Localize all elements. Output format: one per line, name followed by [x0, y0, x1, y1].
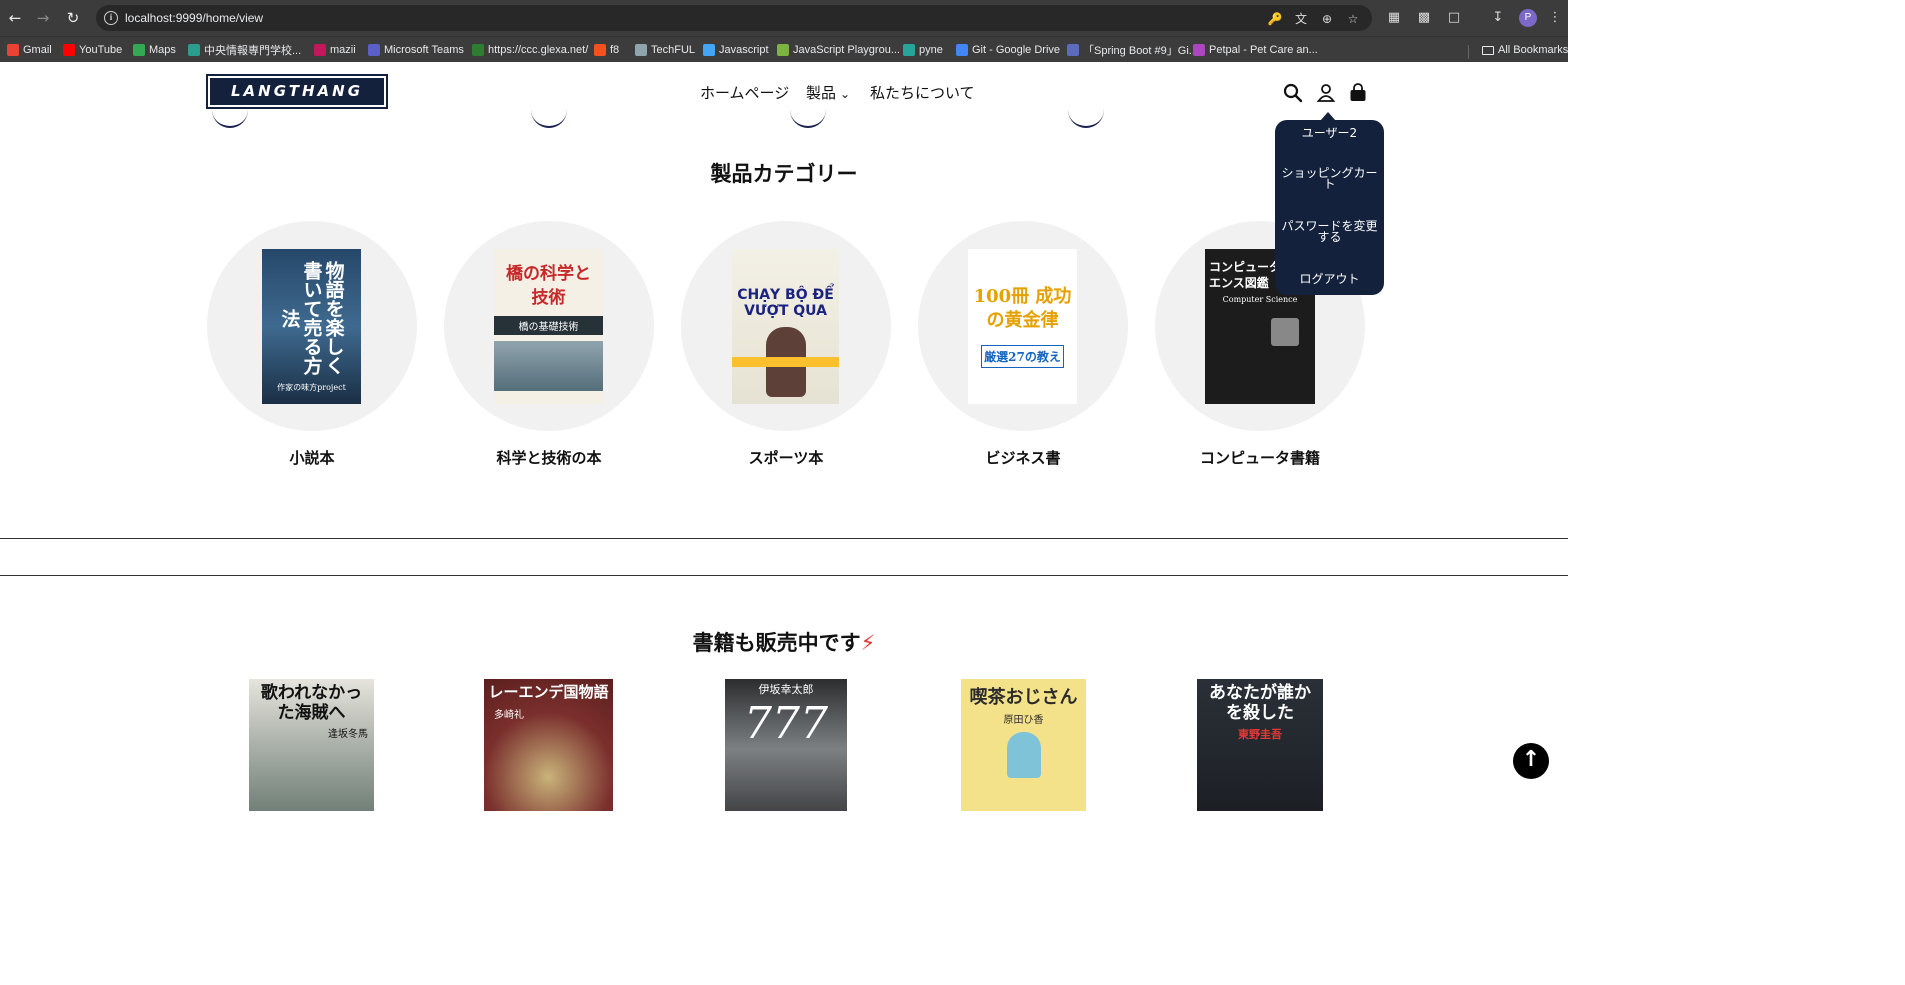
zoom-icon[interactable]: ⊕ — [1319, 12, 1335, 26]
address-bar[interactable]: i localhost:9999/home/view 🔑 文 ⊕ ☆ — [96, 5, 1372, 31]
menu-item-cart[interactable]: ショッピングカート — [1277, 167, 1382, 190]
search-icon[interactable] — [1282, 82, 1304, 104]
reload-icon[interactable]: ↻ — [63, 8, 83, 28]
download-icon[interactable]: ↧ — [1489, 9, 1507, 27]
all-bookmarks[interactable]: All Bookmarks — [1482, 41, 1568, 59]
section-divider — [0, 575, 1568, 576]
cover-stripe — [732, 356, 839, 367]
books-title: 書籍も販売中です⚡ — [692, 631, 876, 655]
book-cover[interactable]: 伊坂幸太郎 777 — [725, 679, 847, 811]
bookmark-item[interactable]: Javascript — [703, 41, 769, 59]
bookmark-star-icon[interactable]: ☆ — [1345, 12, 1361, 26]
circuit-chip — [1271, 318, 1299, 346]
cover-illustration — [1006, 732, 1041, 778]
menu-item-logout[interactable]: ログアウト — [1277, 273, 1382, 285]
category-cover-novel[interactable]: 物語を楽しく書いて売る方法 作家の味方project — [262, 249, 361, 404]
book-cover[interactable]: 喫茶おじさん 原田ひ香 — [961, 679, 1086, 811]
site-info-icon[interactable]: i — [104, 11, 118, 25]
category-cover-science[interactable]: 橋の科学と技術 橋の基礎技術 — [494, 249, 603, 404]
user-icon[interactable] — [1315, 82, 1337, 104]
bookmarks-divider — [1468, 45, 1469, 59]
bookmarks-bar: Gmail YouTube Maps 中央情報専門学校... mazii Mic… — [0, 36, 1568, 62]
category-label-novel[interactable]: 小説本 — [192, 447, 432, 468]
password-key-icon[interactable]: 🔑 — [1267, 12, 1283, 26]
book-cover[interactable]: あなたが誰かを殺した 東野圭吾 — [1197, 679, 1323, 811]
book-cover[interactable]: 歌われなかった海賊へ 逢坂冬馬 — [249, 679, 374, 811]
browser-menu-icon[interactable]: ⋮ — [1546, 9, 1564, 27]
category-cover-sports[interactable]: CHẠY BỘ ĐỂ VƯỢT QUA — [732, 249, 839, 404]
extension-translate-icon[interactable]: ▦ — [1385, 9, 1403, 27]
bookmark-item[interactable]: Gmail — [7, 41, 52, 59]
google-drive-icon — [956, 44, 968, 56]
bookmark-item[interactable]: mazii — [314, 41, 356, 59]
nav-home[interactable]: ホームページ — [700, 82, 789, 104]
extension-grid-icon[interactable]: ▩ — [1415, 9, 1433, 27]
teams-icon — [368, 44, 380, 56]
url-text[interactable]: localhost:9999/home/view — [125, 9, 263, 27]
bookmark-item[interactable]: 中央情報専門学校... — [188, 41, 301, 59]
folder-icon — [1482, 45, 1494, 55]
site-logo[interactable]: LANGTHANG — [206, 74, 388, 109]
scroll-to-top-button[interactable]: ↑ — [1513, 743, 1549, 779]
bookmark-item[interactable]: YouTube — [63, 41, 122, 59]
bookmark-item[interactable]: f8 — [594, 41, 619, 59]
techful-icon — [635, 44, 647, 56]
menu-item-change-password[interactable]: パスワードを変更する — [1277, 220, 1382, 243]
translate-icon[interactable]: 文 — [1293, 12, 1309, 26]
gmail-icon — [7, 44, 19, 56]
bookmark-item[interactable]: pyne — [903, 41, 943, 59]
school-icon — [188, 44, 200, 56]
section-divider — [0, 538, 1568, 539]
profile-avatar[interactable]: P — [1519, 9, 1537, 27]
bookmark-item[interactable]: JavaScript Playgrou... — [777, 41, 900, 59]
scrolled-feature-icon — [790, 110, 826, 128]
bookmark-item[interactable]: 「Spring Boot #9」Gi... — [1067, 41, 1198, 59]
category-label-computer[interactable]: コンピュータ書籍 — [1140, 447, 1380, 468]
book-cover[interactable]: レーエンデ国物語 多崎礼 — [484, 679, 613, 811]
spring-boot-icon — [1067, 44, 1079, 56]
javascript-icon — [703, 44, 715, 56]
lightning-icon: ⚡ — [860, 631, 876, 655]
menu-item-username[interactable]: ユーザー2 — [1277, 127, 1382, 139]
browser-toolbar: ← → ↻ i localhost:9999/home/view 🔑 文 ⊕ ☆… — [0, 0, 1568, 36]
scrolled-feature-icon — [531, 110, 567, 128]
category-cover-business[interactable]: 100冊 成功の黄金律 厳選27の教え — [968, 249, 1077, 404]
bookmark-item[interactable]: Microsoft Teams — [368, 41, 464, 59]
arrow-up-icon: ↑ — [1521, 747, 1541, 772]
maps-icon — [133, 44, 145, 56]
nav-products[interactable]: 製品 ⌄ — [806, 82, 850, 105]
mazii-icon — [314, 44, 326, 56]
bookmark-item[interactable]: Git - Google Drive — [956, 41, 1060, 59]
scrolled-feature-icon — [212, 110, 248, 128]
glexa-icon — [472, 44, 484, 56]
category-label-sports[interactable]: スポーツ本 — [666, 447, 906, 468]
back-icon[interactable]: ← — [5, 8, 25, 28]
shopping-bag-icon[interactable] — [1347, 82, 1369, 104]
nav-products-label: 製品 — [806, 84, 837, 102]
forward-icon[interactable]: → — [33, 8, 53, 28]
chevron-down-icon: ⌄ — [840, 87, 851, 101]
site-page: LANGTHANG ホームページ 製品 ⌄ 私たちについて 製品カテゴリー 物語を… — [0, 62, 1568, 811]
extensions-puzzle-icon[interactable]: □ — [1445, 9, 1463, 27]
scrolled-feature-icon — [1068, 110, 1104, 128]
category-label-business[interactable]: ビジネス書 — [903, 447, 1143, 468]
youtube-icon — [63, 44, 75, 56]
pyne-icon — [903, 44, 915, 56]
category-label-science[interactable]: 科学と技術の本 — [429, 447, 669, 468]
bookmark-item[interactable]: https://ccc.glexa.net/ — [472, 41, 588, 59]
petpal-icon — [1193, 44, 1205, 56]
playground-icon — [777, 44, 789, 56]
f8-icon — [594, 44, 606, 56]
bookmark-item[interactable]: TechFUL — [635, 41, 695, 59]
cover-photo — [494, 341, 603, 391]
bookmark-item[interactable]: Petpal - Pet Care an... — [1193, 41, 1318, 59]
user-dropdown-menu: ユーザー2 ショッピングカート パスワードを変更する ログアウト — [1275, 112, 1384, 295]
nav-about[interactable]: 私たちについて — [870, 82, 975, 104]
bookmark-item[interactable]: Maps — [133, 41, 176, 59]
